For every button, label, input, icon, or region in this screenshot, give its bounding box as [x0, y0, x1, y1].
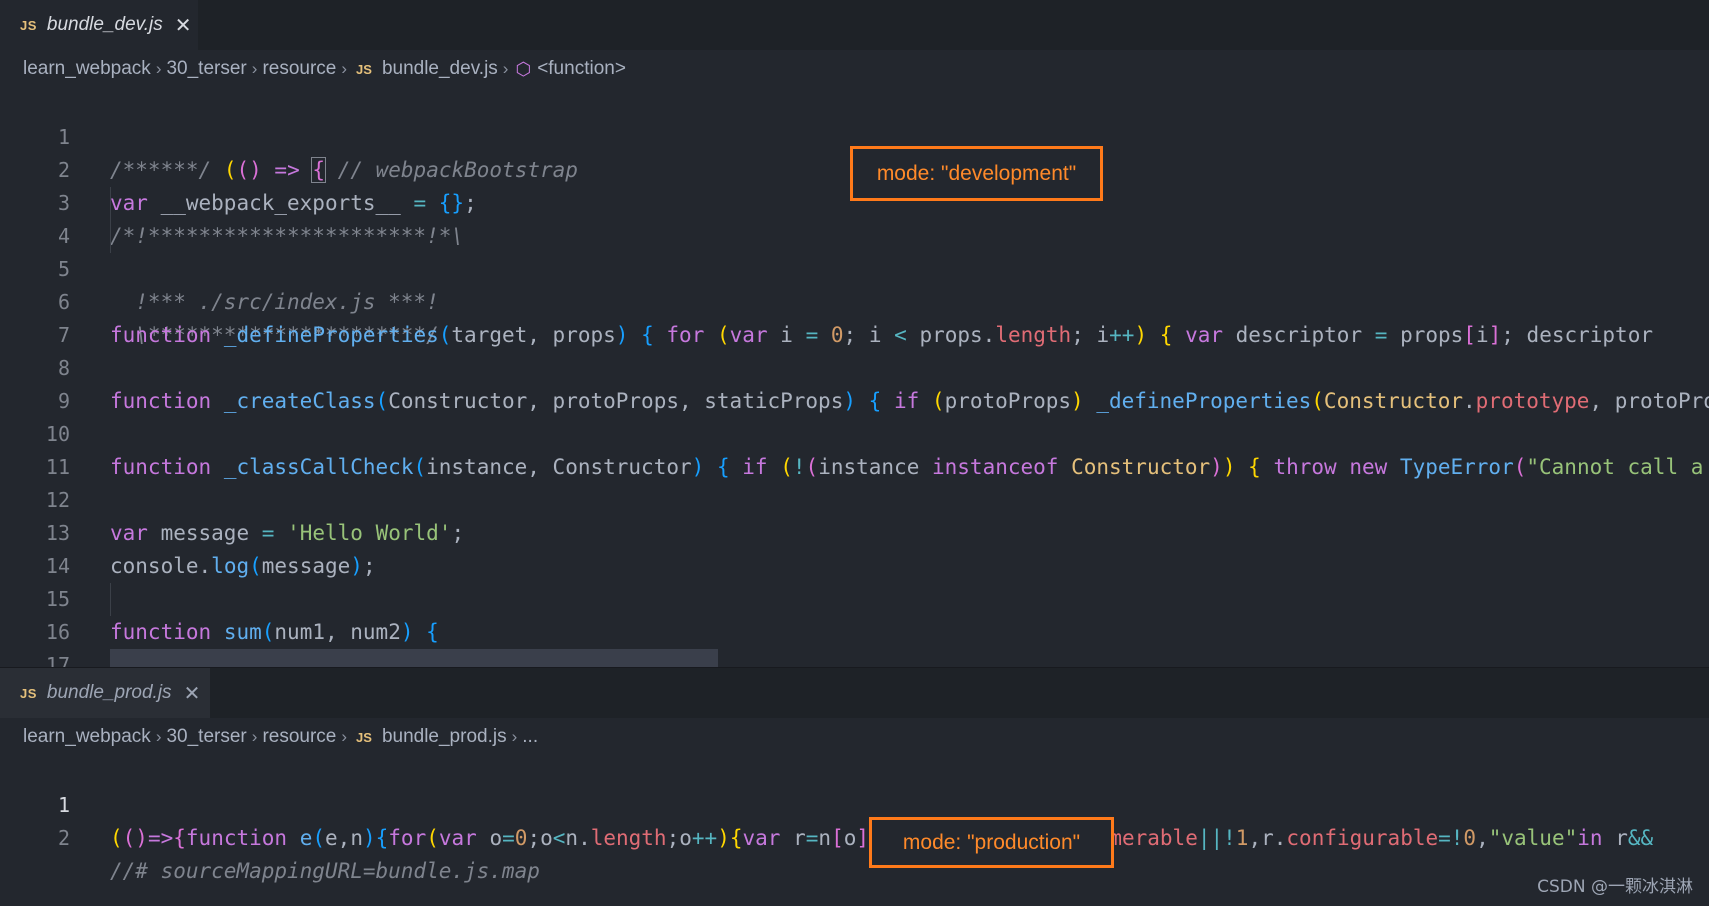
- breadcrumb-item-resource[interactable]: resource: [262, 726, 336, 748]
- js-file-icon: JS: [356, 61, 372, 77]
- tab-bundle-prod[interactable]: JS bundle_prod.js ✕: [0, 668, 210, 718]
- code-line: 17 }: [0, 616, 1709, 667]
- dev-editor-pane: JS bundle_dev.js ✕ learn_webpack › 30_te…: [0, 0, 1709, 667]
- code-line: 9: [0, 352, 1709, 413]
- breadcrumb-item-file[interactable]: bundle_prod.js: [382, 726, 507, 748]
- tab-label: bundle_dev.js: [46, 14, 163, 35]
- watermark: CSDN @一颗冰淇淋: [1537, 877, 1693, 897]
- code-line: 12 var message = 'Hello World';: [0, 451, 1709, 545]
- code-line: 8 function _createClass(Constructor, pro…: [0, 319, 1709, 413]
- chevron-right-icon: ›: [251, 59, 258, 78]
- breadcrumb-item-30-terser[interactable]: 30_terser: [166, 726, 246, 748]
- chevron-right-icon: ›: [341, 727, 348, 746]
- code-text: //# sourceMappingURL=bundle.js.map: [110, 859, 540, 883]
- tab-label: bundle_prod.js: [46, 682, 172, 703]
- breadcrumb-item-learn-webpack[interactable]: learn_webpack: [23, 58, 151, 80]
- code-line: 11: [0, 418, 1709, 479]
- annotation-production: mode: "production": [869, 817, 1114, 868]
- code-line: 14: [0, 517, 1709, 578]
- code-line: 16 return arguments[0] + arguments[1];: [0, 583, 1709, 644]
- code-line: 7: [0, 286, 1709, 347]
- code-line: 13 console.log(message);: [0, 484, 1709, 578]
- code-line: 6 function _defineProperties(target, pro…: [0, 253, 1709, 347]
- code-line: 1 (()=>{function e(e,n){for(var o=0;o<n.…: [0, 756, 1709, 850]
- code-editor-prod[interactable]: 1 (()=>{function e(e,n){for(var o=0;o<n.…: [0, 756, 1709, 883]
- code-line: 5 \**********************/: [0, 220, 1709, 347]
- chevron-right-icon: ›: [155, 59, 162, 78]
- annotation-development: mode: "development": [850, 146, 1103, 201]
- breadcrumb: learn_webpack › 30_terser › resource › J…: [0, 718, 1709, 756]
- chevron-right-icon: ›: [341, 59, 348, 78]
- breadcrumb: learn_webpack › 30_terser › resource › J…: [0, 50, 1709, 88]
- tab-bundle-dev[interactable]: JS bundle_dev.js ✕: [0, 0, 198, 50]
- code-line: 15 function sum(num1, num2) {: [0, 550, 1709, 644]
- chevron-right-icon: ›: [155, 727, 162, 746]
- line-number: 2: [57, 826, 70, 850]
- js-file-icon: JS: [20, 685, 37, 701]
- breadcrumb-ellipsis[interactable]: ...: [522, 726, 538, 748]
- indent-guide: [110, 220, 111, 253]
- breadcrumb-item-learn-webpack[interactable]: learn_webpack: [23, 726, 151, 748]
- code-line: 10 function _classCallCheck(instance, Co…: [0, 385, 1709, 479]
- symbol-cube-icon: ⬡: [515, 58, 532, 79]
- breadcrumb-item-30-terser[interactable]: 30_terser: [166, 58, 246, 80]
- breadcrumb-item-resource[interactable]: resource: [262, 58, 336, 80]
- indent-guide: [110, 187, 111, 220]
- js-file-icon: JS: [20, 17, 37, 33]
- js-file-icon: JS: [356, 729, 372, 745]
- code-line: 1 /******/ (() => { // webpackBootstrap: [0, 88, 1709, 183]
- horizontal-scrollbar[interactable]: [110, 649, 718, 667]
- prod-tab-bar: JS bundle_prod.js ✕: [0, 668, 1709, 718]
- indent-guide: [110, 583, 111, 616]
- close-icon[interactable]: ✕: [184, 681, 201, 706]
- breadcrumb-item-symbol[interactable]: <function>: [537, 58, 626, 80]
- chevron-right-icon: ›: [511, 727, 518, 746]
- dev-tab-bar: JS bundle_dev.js ✕: [0, 0, 1709, 50]
- code-line: 2 //# sourceMappingURL=bundle.js.map: [0, 789, 1709, 883]
- close-icon[interactable]: ✕: [175, 13, 192, 38]
- chevron-right-icon: ›: [502, 59, 509, 78]
- chevron-right-icon: ›: [251, 727, 258, 746]
- prod-editor-pane: JS bundle_prod.js ✕ learn_webpack › 30_t…: [0, 667, 1709, 906]
- breadcrumb-item-file[interactable]: bundle_dev.js: [382, 58, 498, 80]
